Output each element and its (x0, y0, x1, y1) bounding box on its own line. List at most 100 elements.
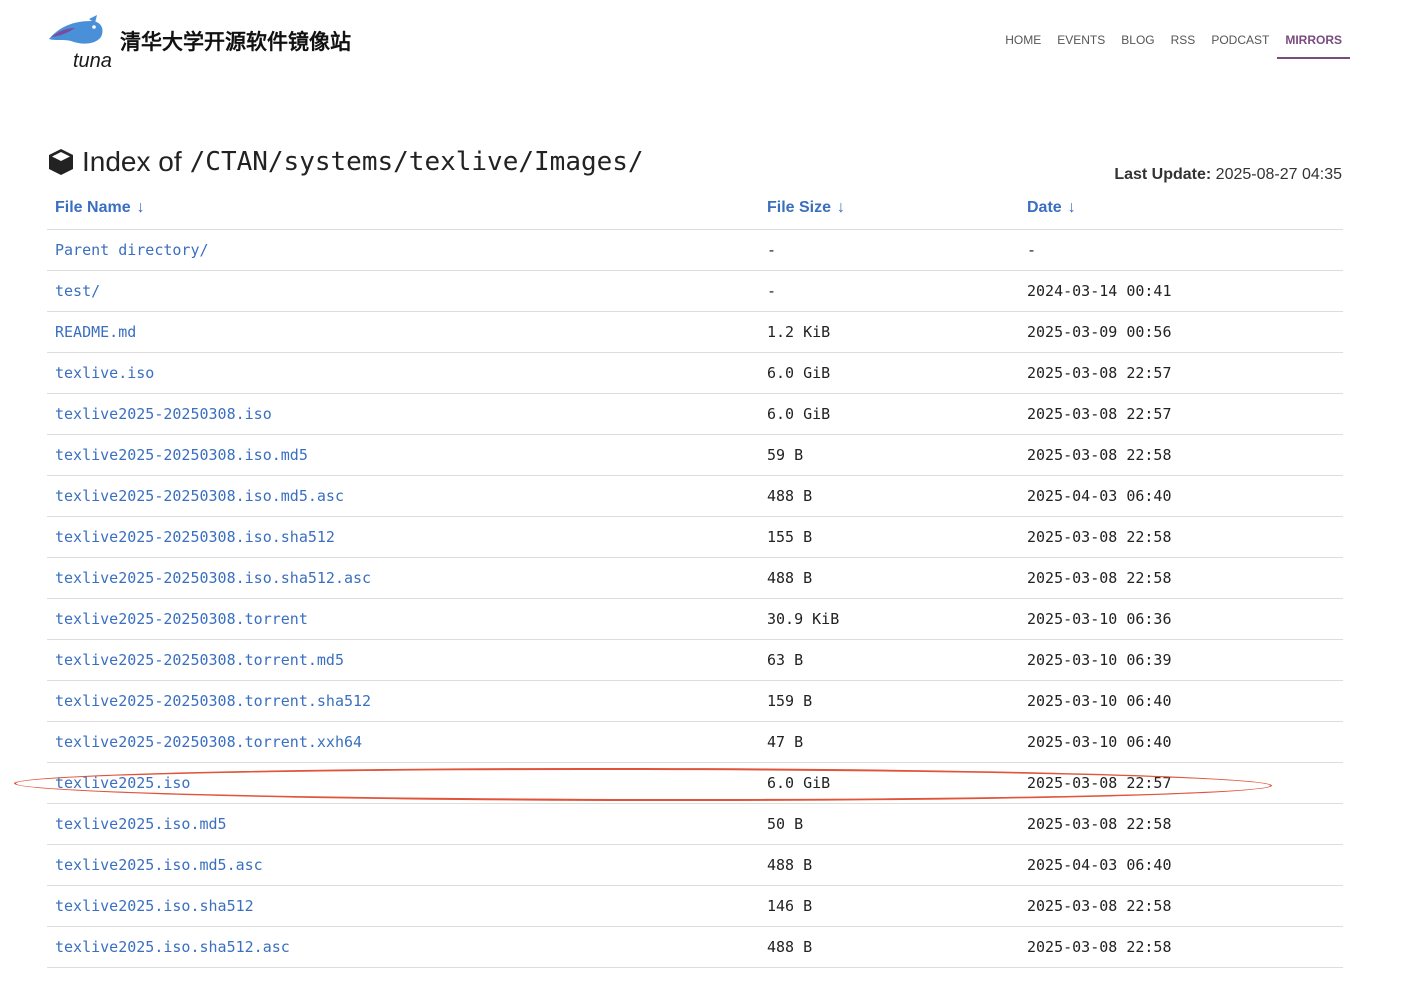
file-name-link[interactable]: texlive2025.iso.md5 (55, 815, 227, 833)
file-listing: File Name ↓ File Size ↓ Date ↓ Parent direc… (47, 188, 1343, 968)
file-size: 488 B (767, 938, 813, 956)
file-name-link[interactable]: texlive2025-20250308.iso.sha512 (55, 528, 335, 546)
table-row: texlive2025.iso.sha512.asc 488 B 2025-03-0… (47, 927, 1343, 968)
file-date: 2025-03-10 06:40 (1027, 733, 1172, 751)
table-row: texlive2025-20250308.torrent.sha512 159 B… (47, 681, 1343, 722)
table-row: texlive2025-20250308.iso.md5 59 B 2025-03-… (47, 435, 1343, 476)
file-size: 6.0 GiB (767, 364, 831, 382)
column-date-label: Date (1027, 199, 1062, 216)
last-update-value: 2025-08-27 04:35 (1215, 166, 1342, 183)
table-row: texlive2025-20250308.iso.md5.asc 488 B 202… (47, 476, 1343, 517)
site-title[interactable]: 清华大学开源软件镜像站 (120, 26, 351, 56)
tuna-logo[interactable]: tuna (45, 15, 115, 71)
file-date: - (1027, 241, 1037, 259)
table-row: texlive2025-20250308.iso.sha512 155 B 2025… (47, 517, 1343, 558)
file-name-link[interactable]: texlive2025.iso.sha512.asc (55, 938, 290, 956)
file-size: - (767, 282, 777, 300)
table-row: texlive2025.iso.md5 50 B 2025-03-08 22:58 (47, 804, 1343, 845)
file-date: 2025-03-08 22:58 (1027, 569, 1172, 587)
file-size: 30.9 KiB (767, 610, 840, 628)
sort-by-date[interactable]: Date ↓ (1027, 199, 1076, 217)
sort-arrow-icon: ↓ (1067, 199, 1076, 216)
file-name-link[interactable]: texlive2025-20250308.iso.md5.asc (55, 487, 344, 505)
main-nav: HOME EVENTS BLOG RSS PODCAST MIRRORS (989, 32, 1350, 59)
nav-rss[interactable]: RSS (1171, 32, 1196, 48)
table-row: texlive2025.iso.sha512 146 B 2025-03-08 22… (47, 886, 1343, 927)
sort-arrow-icon: ↓ (136, 199, 145, 216)
table-row: texlive.iso 6.0 GiB 2025-03-08 22:57 (47, 353, 1343, 394)
file-name-link[interactable]: texlive2025-20250308.iso (55, 405, 272, 423)
file-name-link[interactable]: README.md (55, 323, 136, 341)
file-size: 63 B (767, 651, 804, 669)
file-date: 2024-03-14 00:41 (1027, 282, 1172, 300)
table-row: texlive2025-20250308.torrent.md5 63 B 2025… (47, 640, 1343, 681)
file-size: 6.0 GiB (767, 774, 831, 792)
page-title-path: /CTAN/systems/texlive/Images/ (189, 147, 644, 177)
file-size: 488 B (767, 856, 813, 874)
file-date: 2025-03-10 06:40 (1027, 692, 1172, 710)
file-size: 6.0 GiB (767, 405, 831, 423)
nav-podcast[interactable]: PODCAST (1211, 32, 1269, 48)
nav-home[interactable]: HOME (1005, 32, 1041, 48)
last-update-label: Last Update: (1114, 166, 1212, 183)
table-row: texlive2025-20250308.iso 6.0 GiB 2025-03-0… (47, 394, 1343, 435)
listing-body: Parent directory/ - - test/ - 2024-03-14 00:4… (47, 230, 1343, 968)
file-date: 2025-03-09 00:56 (1027, 323, 1172, 341)
file-size: 47 B (767, 733, 804, 751)
file-date: 2025-03-08 22:57 (1027, 774, 1172, 792)
file-name-link[interactable]: Parent directory/ (55, 241, 209, 259)
file-size: 159 B (767, 692, 813, 710)
file-name-link[interactable]: texlive2025.iso.sha512 (55, 897, 254, 915)
file-size: 59 B (767, 446, 804, 464)
file-date: 2025-04-03 06:40 (1027, 856, 1172, 874)
file-size: 50 B (767, 815, 804, 833)
sort-arrow-icon: ↓ (837, 199, 846, 216)
last-update: Last Update: 2025-08-27 04:35 (1114, 166, 1342, 184)
file-date: 2025-03-08 22:57 (1027, 364, 1172, 382)
file-size: 155 B (767, 528, 813, 546)
table-row: texlive2025.iso 6.0 GiB 2025-03-08 22:57 (47, 763, 1343, 804)
column-name-label: File Name (55, 199, 131, 216)
file-name-link[interactable]: texlive2025.iso.md5.asc (55, 856, 263, 874)
sort-by-name[interactable]: File Name ↓ (55, 199, 145, 217)
file-size: - (767, 241, 777, 259)
file-date: 2025-03-10 06:36 (1027, 610, 1172, 628)
file-date: 2025-03-08 22:57 (1027, 405, 1172, 423)
table-row: texlive2025-20250308.iso.sha512.asc 488 B… (47, 558, 1343, 599)
file-size: 488 B (767, 487, 813, 505)
page-title-label: Index of (82, 146, 182, 177)
table-row: texlive2025-20250308.torrent.xxh64 47 B 20… (47, 722, 1343, 763)
file-name-link[interactable]: texlive2025-20250308.torrent (55, 610, 308, 628)
listing-header: File Name ↓ File Size ↓ Date ↓ (47, 188, 1343, 230)
file-name-link[interactable]: texlive2025-20250308.torrent.xxh64 (55, 733, 362, 751)
file-date: 2025-03-08 22:58 (1027, 446, 1172, 464)
file-name-link[interactable]: texlive2025-20250308.torrent.sha512 (55, 692, 371, 710)
table-row: texlive2025-20250308.torrent 30.9 KiB 2025… (47, 599, 1343, 640)
nav-mirrors[interactable]: MIRRORS (1277, 32, 1350, 59)
file-date: 2025-03-08 22:58 (1027, 938, 1172, 956)
nav-blog[interactable]: BLOG (1121, 32, 1154, 48)
sort-by-size[interactable]: File Size ↓ (767, 199, 845, 217)
file-date: 2025-03-08 22:58 (1027, 815, 1172, 833)
file-date: 2025-04-03 06:40 (1027, 487, 1172, 505)
cube-icon (49, 149, 73, 175)
file-size: 488 B (767, 569, 813, 587)
nav-events[interactable]: EVENTS (1057, 32, 1105, 48)
file-name-link[interactable]: test/ (55, 282, 100, 300)
file-name-link[interactable]: texlive.iso (55, 364, 154, 382)
table-row: test/ - 2024-03-14 00:41 (47, 271, 1343, 312)
svg-text:tuna: tuna (73, 50, 112, 71)
file-date: 2025-03-10 06:39 (1027, 651, 1172, 669)
table-row: README.md 1.2 KiB 2025-03-09 00:56 (47, 312, 1343, 353)
file-date: 2025-03-08 22:58 (1027, 897, 1172, 915)
file-date: 2025-03-08 22:58 (1027, 528, 1172, 546)
column-size-label: File Size (767, 199, 832, 216)
table-row: texlive2025.iso.md5.asc 488 B 2025-04-03 0… (47, 845, 1343, 886)
file-name-link[interactable]: texlive2025.iso (55, 774, 190, 792)
file-size: 1.2 KiB (767, 323, 831, 341)
file-size: 146 B (767, 897, 813, 915)
table-row: Parent directory/ - - (47, 230, 1343, 271)
file-name-link[interactable]: texlive2025-20250308.iso.md5 (55, 446, 308, 464)
file-name-link[interactable]: texlive2025-20250308.iso.sha512.asc (55, 569, 371, 587)
file-name-link[interactable]: texlive2025-20250308.torrent.md5 (55, 651, 344, 669)
